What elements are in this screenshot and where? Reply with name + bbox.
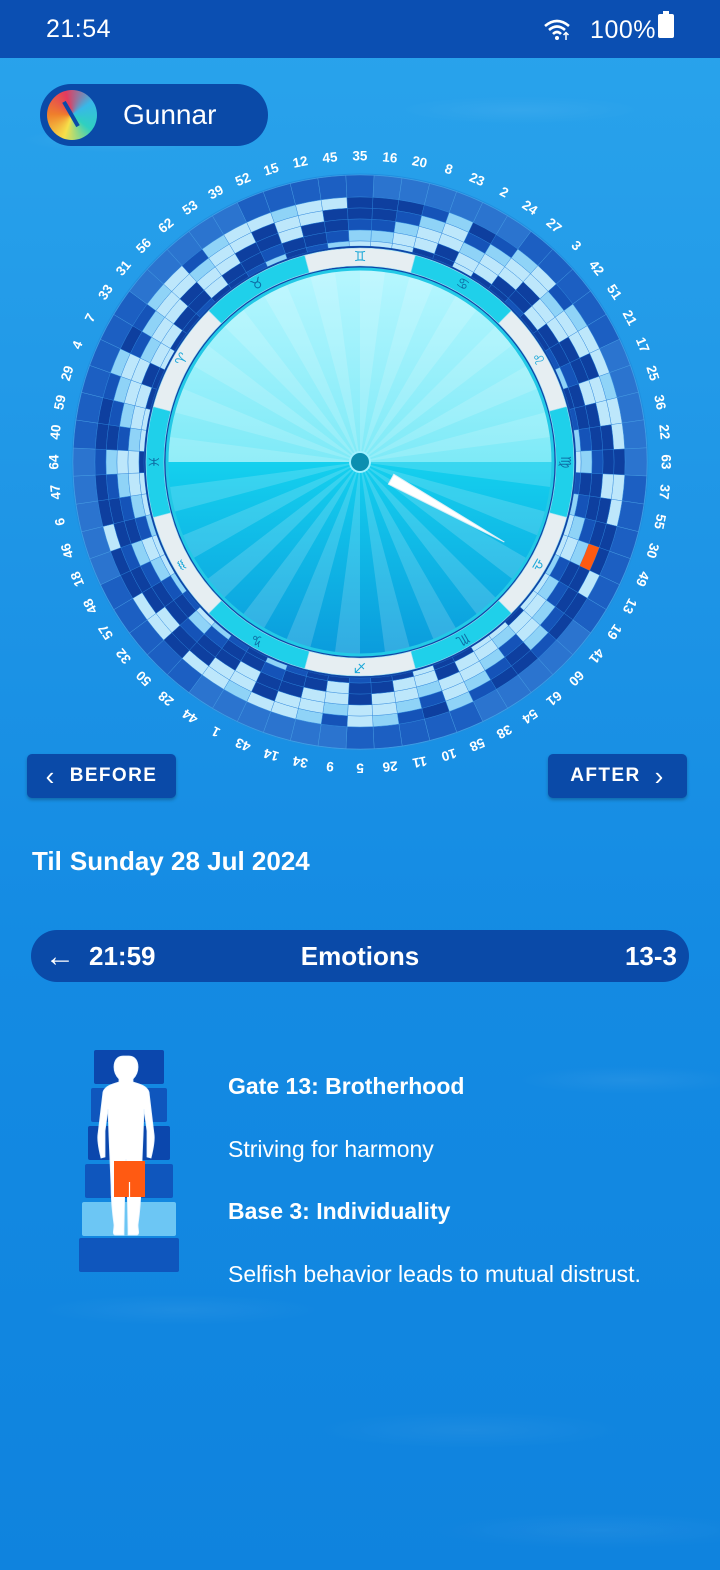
after-button[interactable]: AFTER › [548, 754, 687, 798]
gate-title: Gate 13: Brotherhood [228, 1073, 465, 1099]
transit-title: Emotions [300, 941, 420, 971]
gate-number-label[interactable]: 16 [382, 149, 399, 165]
gate-number-label[interactable]: 48 [80, 596, 101, 617]
gate-number-label[interactable]: 22 [656, 424, 672, 440]
gate-description: Striving for harmony [228, 1136, 434, 1162]
gate-number-label[interactable]: 8 [443, 161, 455, 178]
gate-number-label[interactable]: 34 [291, 753, 309, 771]
gate-number-label[interactable]: 42 [586, 257, 607, 278]
gate-number-label[interactable]: 30 [643, 541, 662, 560]
gate-number-label[interactable]: 28 [155, 688, 177, 709]
chevron-left-icon: ‹ [45, 760, 56, 791]
gate-number-label[interactable]: 18 [67, 569, 87, 589]
gate-number-label[interactable]: 44 [179, 706, 200, 727]
gate-number-label[interactable]: 54 [519, 706, 540, 727]
gate-number-label[interactable]: 60 [566, 668, 587, 689]
base-title: Base 3: Individuality [228, 1198, 451, 1224]
current-transit-bar[interactable]: ← 21:59 Emotions 13-3 [31, 930, 689, 982]
gate-number-label[interactable]: 29 [58, 364, 77, 383]
gate-number-label[interactable]: 33 [95, 281, 116, 302]
gate-number-label[interactable]: 39 [206, 182, 226, 202]
gate-number-label[interactable]: 15 [262, 160, 281, 179]
gate-number-label[interactable]: 50 [133, 668, 154, 689]
gate-number-label[interactable]: 21 [620, 308, 641, 329]
wifi-icon [544, 19, 570, 40]
gate-number-label[interactable]: 47 [47, 484, 63, 500]
gate-number-label[interactable]: 27 [543, 215, 564, 236]
before-button[interactable]: ‹ BEFORE [27, 754, 176, 798]
gate-number-label[interactable]: 63 [658, 454, 673, 470]
transit-code: 13-3 [624, 941, 677, 971]
battery-percent: 100% [590, 15, 656, 44]
gate-number-label[interactable]: 5 [356, 760, 364, 775]
gate-number-label[interactable]: 51 [604, 282, 625, 303]
gate-number-label[interactable]: 40 [47, 424, 63, 440]
gate-number-label[interactable]: 19 [604, 621, 625, 642]
gate-number-label[interactable]: 17 [633, 335, 653, 355]
gate-number-label[interactable]: 10 [440, 745, 459, 764]
gate-number-label[interactable]: 57 [95, 622, 116, 643]
gate-number-label[interactable]: 3 [568, 238, 584, 254]
gate-number-label[interactable]: 37 [656, 484, 672, 500]
gate-number-label[interactable]: 25 [643, 364, 662, 383]
zodiac-glyph: ♐ [354, 659, 367, 675]
zodiac-glyph: ♊ [354, 249, 367, 265]
gate-number-label[interactable]: 11 [411, 753, 428, 771]
chevron-right-icon: › [654, 760, 665, 791]
gate-number-label[interactable]: 32 [113, 646, 134, 667]
body-level-bar [79, 1238, 179, 1272]
gate-number-label[interactable]: 56 [133, 235, 155, 257]
status-bar: 21:54 100% [0, 0, 720, 58]
gate-number-label[interactable]: 53 [180, 197, 201, 218]
gate-number-label[interactable]: 43 [233, 735, 253, 755]
gate-number-label[interactable]: 41 [586, 645, 607, 667]
gate-number-label[interactable]: 49 [633, 569, 653, 589]
zodiac-glyph: ♍ [557, 456, 573, 469]
gate-number-label[interactable]: 58 [467, 735, 487, 755]
gate-number-label[interactable]: 59 [51, 394, 69, 412]
gate-number-label[interactable]: 12 [291, 153, 309, 171]
gate-number-label[interactable]: 6 [52, 516, 68, 527]
mandala-wheel[interactable]: 16 20 823224273425121172536226337553049131… [0, 140, 720, 780]
gate-number-label[interactable]: 20 [411, 153, 429, 171]
battery-icon [658, 10, 674, 38]
gate-number-label[interactable]: 7 [82, 311, 99, 325]
gate-number-label[interactable]: 35 [352, 149, 368, 164]
profile-name: Gunnar [123, 99, 217, 130]
til-date: Til Sunday 28 Jul 2024 [32, 846, 310, 876]
gate-number-label[interactable]: 64 [47, 454, 62, 470]
gate-number-label[interactable]: 52 [233, 170, 253, 190]
gate-number-label[interactable]: 38 [494, 722, 515, 743]
status-time: 21:54 [46, 14, 112, 43]
gate-number-label[interactable]: 4 [69, 338, 86, 351]
gate-number-label[interactable]: 46 [58, 541, 77, 560]
gate-number-label[interactable]: 36 [651, 393, 669, 411]
zodiac-glyph: ♓ [147, 456, 163, 469]
gate-number-label[interactable]: 14 [261, 745, 280, 764]
gate-number-label[interactable]: 9 [326, 759, 335, 775]
base-description: Selfish behavior leads to mutual distrus… [228, 1261, 641, 1287]
gate-number-label[interactable]: 61 [543, 688, 565, 709]
gate-number-label[interactable]: 62 [155, 215, 176, 236]
gate-number-label[interactable]: 55 [651, 513, 669, 531]
gate-number-label[interactable]: 24 [519, 197, 540, 218]
gate-number-label[interactable]: 26 [381, 758, 398, 774]
profile-avatar-icon [47, 90, 97, 140]
gate-number-label[interactable]: 31 [113, 257, 134, 279]
gate-number-label[interactable]: 13 [619, 596, 640, 617]
body-level-figure [79, 1050, 179, 1272]
gate-number-label[interactable]: 1 [209, 723, 223, 740]
gate-number-label[interactable]: 23 [467, 170, 487, 190]
gate-number-label[interactable]: 45 [322, 149, 339, 165]
profile-button[interactable]: Gunnar [40, 84, 268, 146]
gate-number-label[interactable]: 2 [497, 184, 511, 201]
